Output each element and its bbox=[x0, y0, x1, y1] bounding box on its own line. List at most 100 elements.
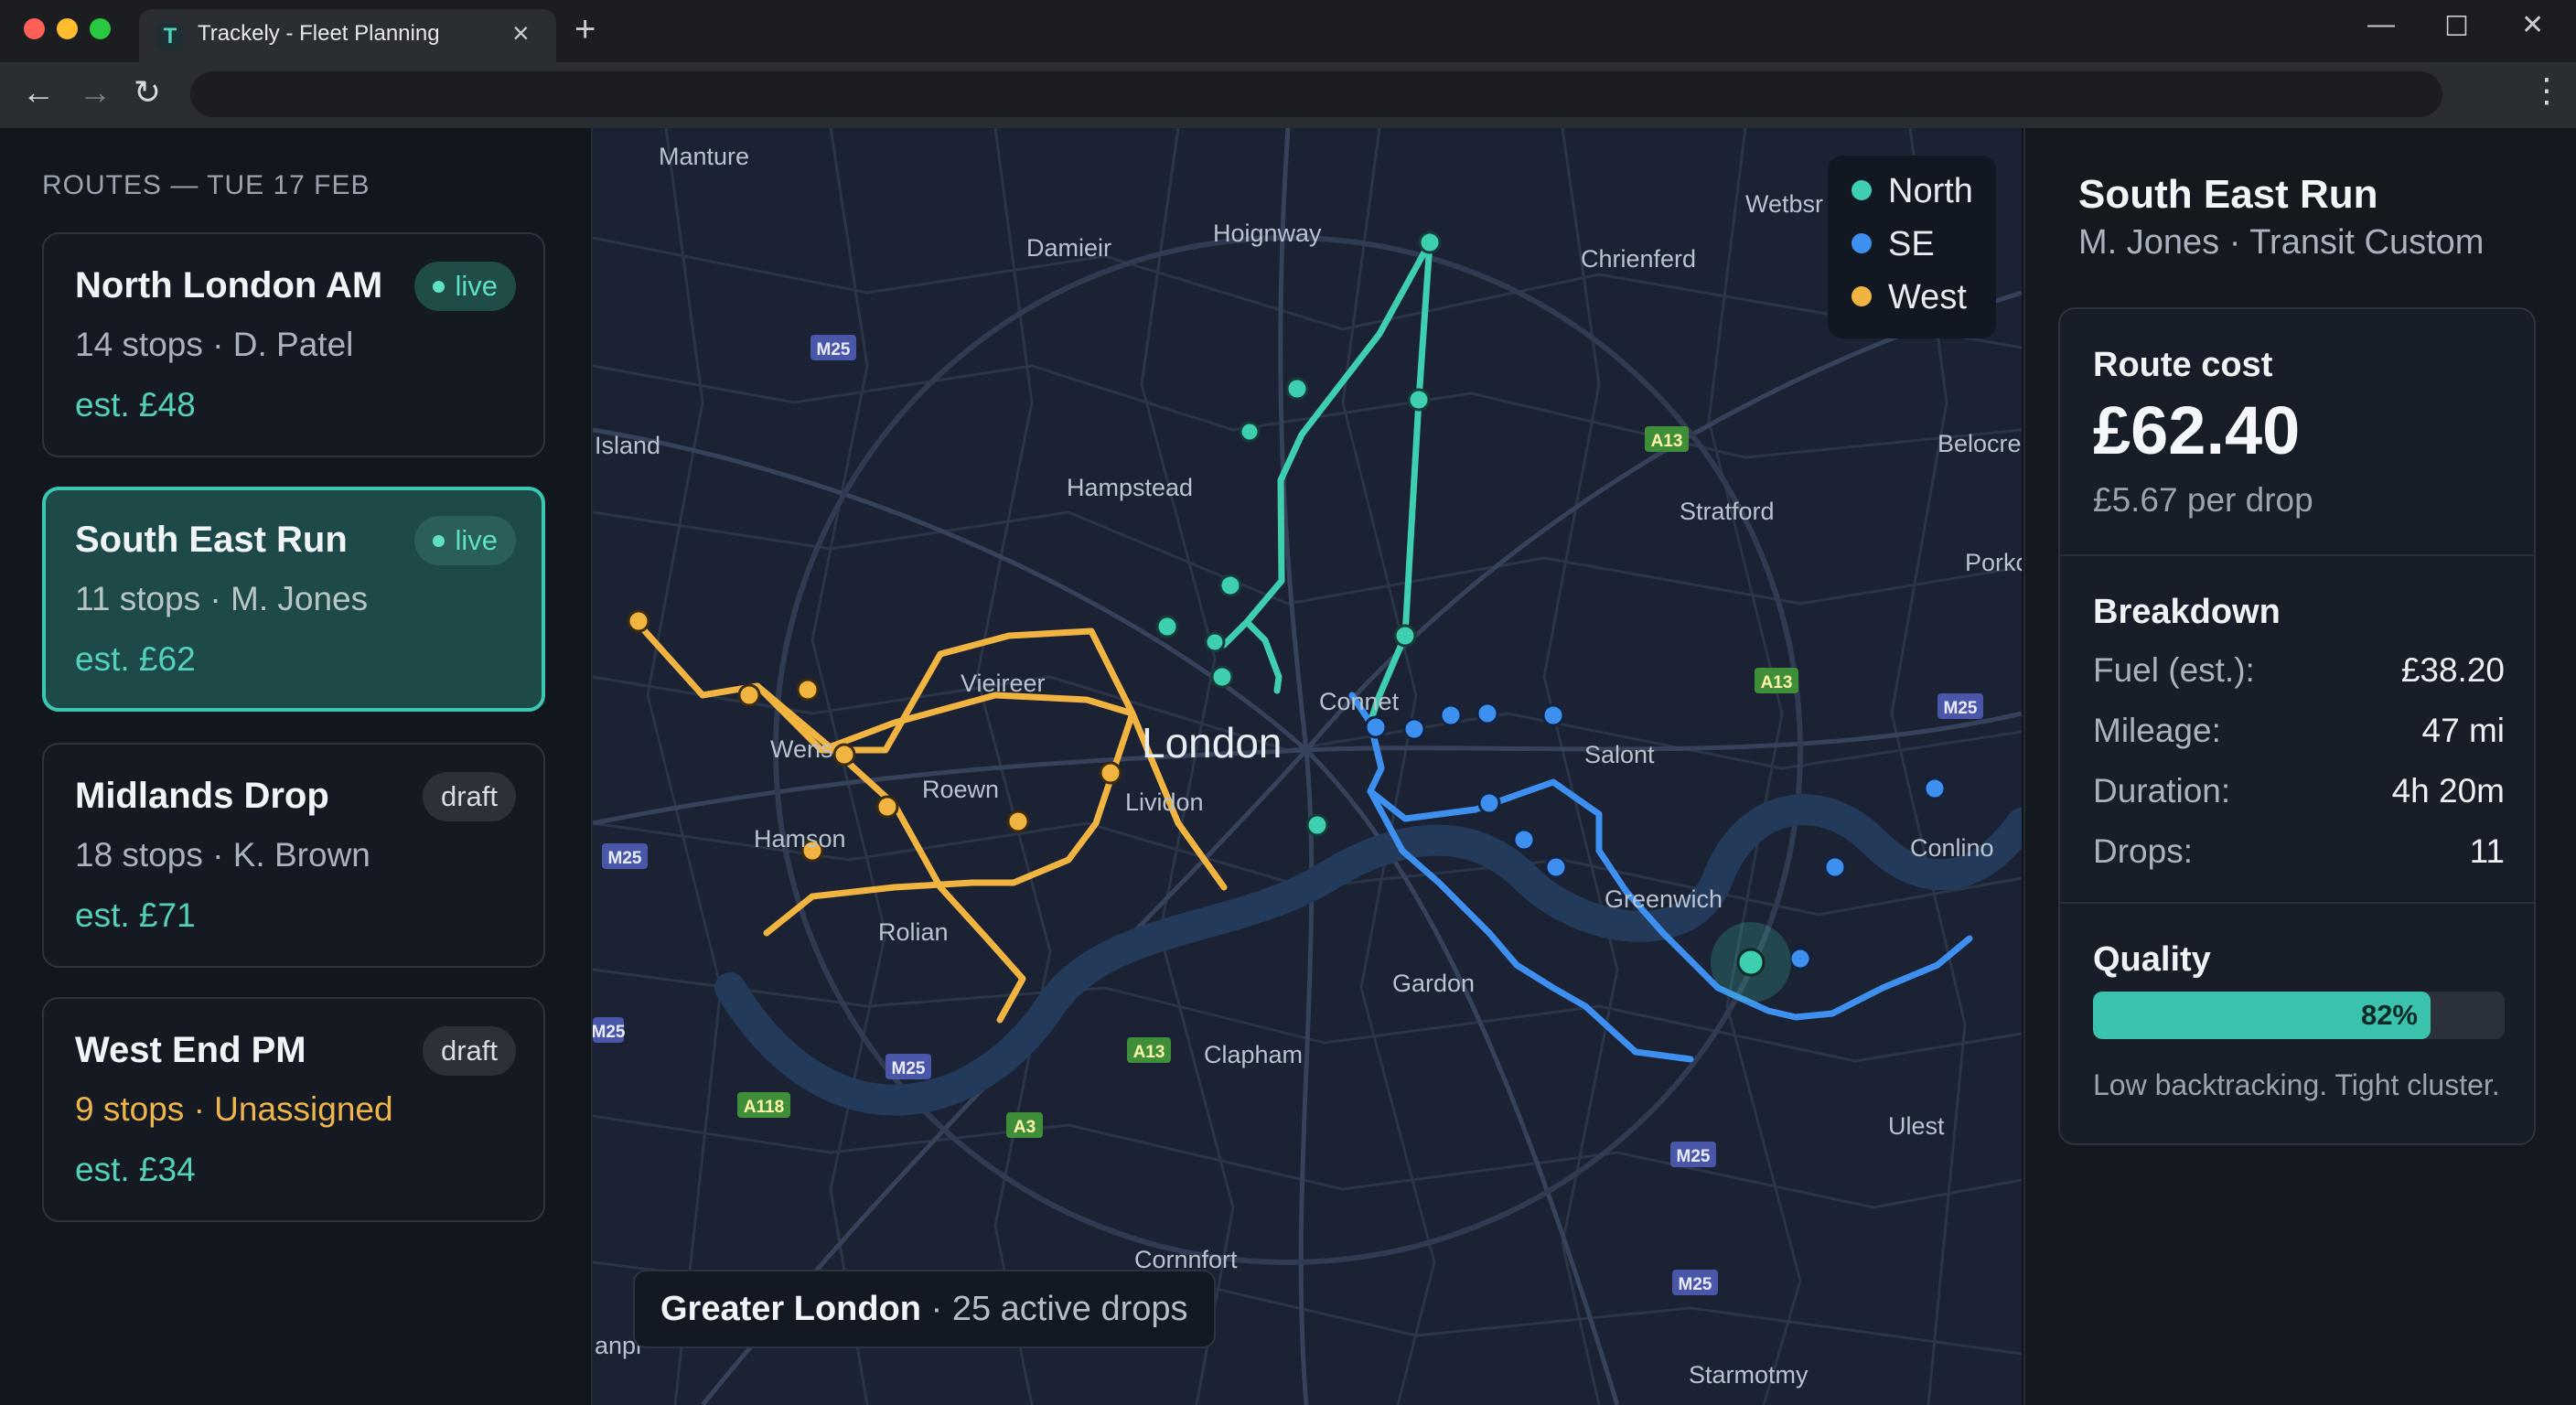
breakdown-row-label: Drops: bbox=[2093, 832, 2193, 870]
reload-icon[interactable]: ↻ bbox=[134, 73, 161, 112]
place-label: Porkc bbox=[1965, 549, 2022, 576]
stop-marker[interactable] bbox=[1439, 703, 1463, 727]
route-estimate: est. £48 bbox=[75, 386, 196, 424]
road-shield: M25 bbox=[1679, 1275, 1712, 1294]
place-label: Wetbsr bbox=[1745, 190, 1823, 218]
route-card-south-east-run[interactable]: South East Run live 11 stops · M. Jones … bbox=[42, 487, 545, 712]
stop-marker[interactable] bbox=[1364, 715, 1388, 739]
stop-marker[interactable] bbox=[737, 683, 761, 707]
stop-marker[interactable] bbox=[1006, 810, 1030, 833]
breakdown-section: Breakdown Fuel (est.): £38.20 Mileage: 47 … bbox=[2060, 556, 2534, 904]
stop-marker[interactable] bbox=[1285, 377, 1309, 401]
status-badge: draft bbox=[422, 1026, 516, 1076]
legend-item-west[interactable]: West bbox=[1852, 278, 1967, 317]
stop-marker[interactable] bbox=[1393, 624, 1417, 648]
stop-marker[interactable] bbox=[1788, 947, 1812, 971]
place-label: Lividon bbox=[1125, 788, 1204, 816]
route-card-north-london-am[interactable]: North London AM live 14 stops · D. Patel… bbox=[42, 232, 545, 457]
place-label: Vieireer bbox=[961, 670, 1046, 697]
tab-close-icon[interactable]: × bbox=[512, 16, 530, 50]
legend-item-se[interactable]: SE bbox=[1852, 225, 1935, 264]
stop-marker[interactable] bbox=[1210, 665, 1234, 689]
stop-marker[interactable] bbox=[875, 795, 899, 819]
legend-dot-icon bbox=[1852, 179, 1872, 200]
breakdown-row-value: 4h 20m bbox=[2391, 772, 2505, 810]
route-title: North London AM bbox=[75, 265, 383, 306]
window-close-icon[interactable]: ✕ bbox=[2521, 9, 2544, 41]
details-title: South East Run bbox=[2078, 172, 2378, 217]
legend-label: SE bbox=[1888, 225, 1935, 263]
place-label: Stratford bbox=[1680, 498, 1775, 525]
stop-marker[interactable] bbox=[1541, 703, 1565, 727]
details-card: Route cost £62.40 £5.67 per drop Breakdo… bbox=[2058, 307, 2536, 1145]
route-map[interactable]: Manture Damieir Hoignway Chrienferd Wetb… bbox=[593, 128, 2022, 1405]
city-label: London bbox=[1142, 719, 1283, 767]
place-label: Chrienferd bbox=[1581, 245, 1696, 273]
place-label: Hampstead bbox=[1067, 474, 1193, 501]
route-title: South East Run bbox=[75, 520, 348, 560]
stop-marker[interactable] bbox=[1407, 388, 1431, 412]
stop-marker[interactable] bbox=[1512, 828, 1536, 852]
new-tab-icon[interactable]: + bbox=[574, 9, 596, 50]
browser-tab[interactable]: T Trackely - Fleet Planning × bbox=[139, 9, 556, 62]
stop-marker[interactable] bbox=[1239, 421, 1261, 443]
browser-toolbar: ← → ↻ ⋮ bbox=[0, 62, 2576, 128]
breakdown-row: Mileage: 47 mi bbox=[2093, 712, 2505, 750]
stop-marker[interactable] bbox=[627, 609, 650, 633]
stop-marker[interactable] bbox=[1218, 574, 1242, 597]
breakdown-label: Breakdown bbox=[2093, 593, 2281, 631]
stop-marker[interactable] bbox=[1476, 702, 1499, 725]
maximize-window-icon[interactable] bbox=[90, 18, 111, 39]
address-bar[interactable] bbox=[190, 71, 2442, 117]
browser-menu-icon[interactable]: ⋮ bbox=[2530, 71, 2563, 110]
legend-dot-icon bbox=[1852, 232, 1872, 253]
minimize-window-icon[interactable] bbox=[57, 18, 78, 39]
forward-arrow-icon[interactable]: → bbox=[79, 73, 112, 112]
stop-marker[interactable] bbox=[832, 743, 856, 767]
stop-marker[interactable] bbox=[1402, 717, 1426, 741]
place-label: Island bbox=[595, 432, 660, 459]
breakdown-row-value: 47 mi bbox=[2421, 712, 2505, 749]
stop-marker[interactable] bbox=[1477, 791, 1501, 815]
place-label: Clapham bbox=[1204, 1041, 1303, 1068]
place-label: Hoignway bbox=[1213, 220, 1322, 247]
route-estimate: est. £62 bbox=[75, 640, 196, 678]
route-card-west-end-pm[interactable]: West End PM draft 9 stops · Unassigned e… bbox=[42, 997, 545, 1222]
quality-bar: 82% bbox=[2093, 992, 2505, 1039]
road-shield: M25 bbox=[593, 1023, 626, 1042]
back-arrow-icon[interactable]: ← bbox=[22, 73, 55, 112]
map-canvas[interactable]: Manture Damieir Hoignway Chrienferd Wetb… bbox=[593, 128, 2022, 1405]
caption-detail: 25 active drops bbox=[951, 1290, 1188, 1328]
road-shield: M25 bbox=[1944, 699, 1978, 718]
status-badge: live bbox=[414, 516, 516, 565]
place-label: Starmotmy bbox=[1689, 1361, 1809, 1389]
restore-icon[interactable]: ☐ bbox=[2444, 11, 2469, 43]
quality-label: Quality bbox=[2093, 940, 2211, 979]
stop-marker[interactable] bbox=[1305, 813, 1329, 837]
tab-title: Trackely - Fleet Planning bbox=[198, 21, 440, 46]
legend-item-north[interactable]: North bbox=[1852, 172, 1973, 211]
selected-stop-marker[interactable] bbox=[1736, 948, 1766, 977]
route-card-midlands-drop[interactable]: Midlands Drop draft 18 stops · K. Brown … bbox=[42, 743, 545, 968]
quality-section: Quality 82% Low backtracking. Tight clus… bbox=[2060, 904, 2534, 1143]
routes-heading: ROUTES — TUE 17 FEB bbox=[42, 170, 370, 200]
minimize-icon[interactable]: — bbox=[2367, 9, 2395, 40]
place-label: Hamson bbox=[754, 825, 846, 853]
place-label: Ulest bbox=[1888, 1112, 1945, 1140]
status-badge: live bbox=[414, 262, 516, 311]
stop-marker[interactable] bbox=[796, 678, 820, 702]
stop-marker[interactable] bbox=[1204, 631, 1226, 653]
stop-marker[interactable] bbox=[1418, 231, 1442, 254]
close-window-icon[interactable] bbox=[24, 18, 45, 39]
stop-marker[interactable] bbox=[1923, 777, 1947, 800]
road-shield: A3 bbox=[1014, 1118, 1036, 1137]
place-label: Conlino bbox=[1910, 834, 1994, 862]
road-shield: M25 bbox=[608, 849, 642, 868]
stop-marker[interactable] bbox=[1823, 855, 1847, 879]
stop-marker[interactable] bbox=[1155, 615, 1179, 638]
place-label: Belocre bbox=[1937, 430, 2022, 457]
stop-marker[interactable] bbox=[1544, 855, 1568, 879]
legend-label: West bbox=[1888, 278, 1967, 316]
stop-marker[interactable] bbox=[1099, 761, 1122, 785]
details-subtitle: M. Jones · Transit Custom bbox=[2078, 223, 2485, 262]
